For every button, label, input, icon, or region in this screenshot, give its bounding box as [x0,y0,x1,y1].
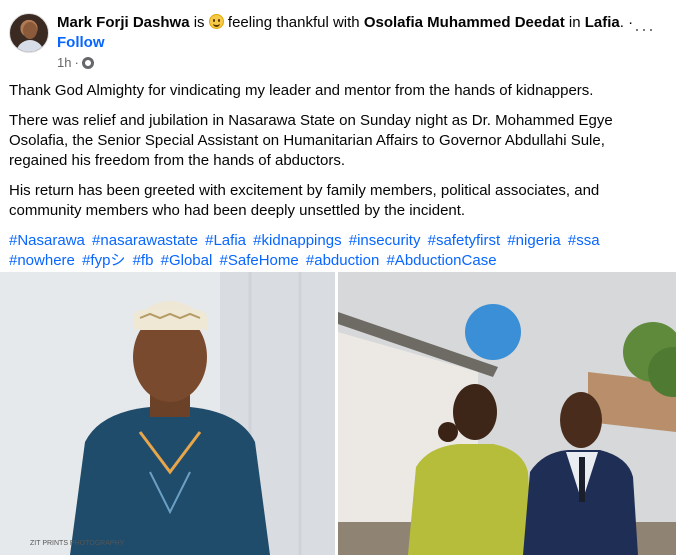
more-options-icon[interactable]: ··· [634,20,655,38]
follow-separator: · [628,14,634,31]
post-headline: Mark Forji Dashwa is feeling thankful wi… [57,13,637,53]
hashtag-link[interactable]: #kidnappings [253,232,341,249]
follow-button[interactable]: Follow [57,34,105,51]
hashtag-link[interactable]: #Global [161,252,213,269]
hashtag-link[interactable]: #nowhere [9,252,75,269]
post-header: Mark Forji Dashwa is feeling thankful wi… [0,0,676,76]
photo-group[interactable] [338,272,676,555]
paragraph: His return has been greeted with excitem… [9,182,600,219]
portrait-illustration [0,272,335,555]
in-text: in [568,14,581,31]
hashtag-link[interactable]: #fb [133,252,154,269]
author-avatar[interactable] [9,13,49,53]
photo-watermark: ZIT PRINTS PHOTOGRAPHY [30,540,125,547]
avatar-shirt [16,40,44,52]
hashtag-link[interactable]: #fypシ [82,252,125,269]
avatar-face [23,22,37,39]
hashtag-link[interactable]: #nigeria [507,232,560,249]
smile-emoji-icon [208,14,224,29]
feeling-text: feeling thankful with [227,14,360,31]
hashtag-link[interactable]: #insecurity [349,232,421,249]
hashtag-link[interactable]: #safetyfirst [428,232,501,249]
author-name[interactable]: Mark Forji Dashwa [57,14,190,31]
hashtag-link[interactable]: #AbductionCase [386,252,496,269]
meta-separator: · [74,55,79,70]
photo-portrait[interactable]: ZIT PRINTS PHOTOGRAPHY [0,272,335,555]
globe-icon [81,56,94,69]
hashtag-link[interactable]: #Lafia [205,232,246,249]
post-time[interactable]: 1h [57,55,71,70]
hashtag-link[interactable]: #nasarawastate [92,232,198,249]
location-link[interactable]: Lafia [585,14,620,31]
paragraph: There was relief and jubilation in Nasar… [9,112,613,169]
photo-grid: ZIT PRINTS PHOTOGRAPHY [0,272,676,555]
paragraph: Thank God Almighty for vindicating my le… [9,82,594,99]
hashtag-link[interactable]: #ssa [568,232,600,249]
is-text: is [193,14,205,31]
post-meta: 1h · [57,55,94,70]
headline-period: . [619,14,624,31]
group-illustration [338,272,676,555]
hashtags: #Nasarawa #nasarawastate #Lafia #kidnapp… [9,231,667,271]
tagged-person[interactable]: Osolafia Muhammed Deedat [364,14,565,31]
hashtag-link[interactable]: #Nasarawa [9,232,85,249]
hashtag-link[interactable]: #SafeHome [220,252,299,269]
hashtag-link[interactable]: #abduction [306,252,379,269]
post-body: Thank God Almighty for vindicating my le… [9,81,667,281]
